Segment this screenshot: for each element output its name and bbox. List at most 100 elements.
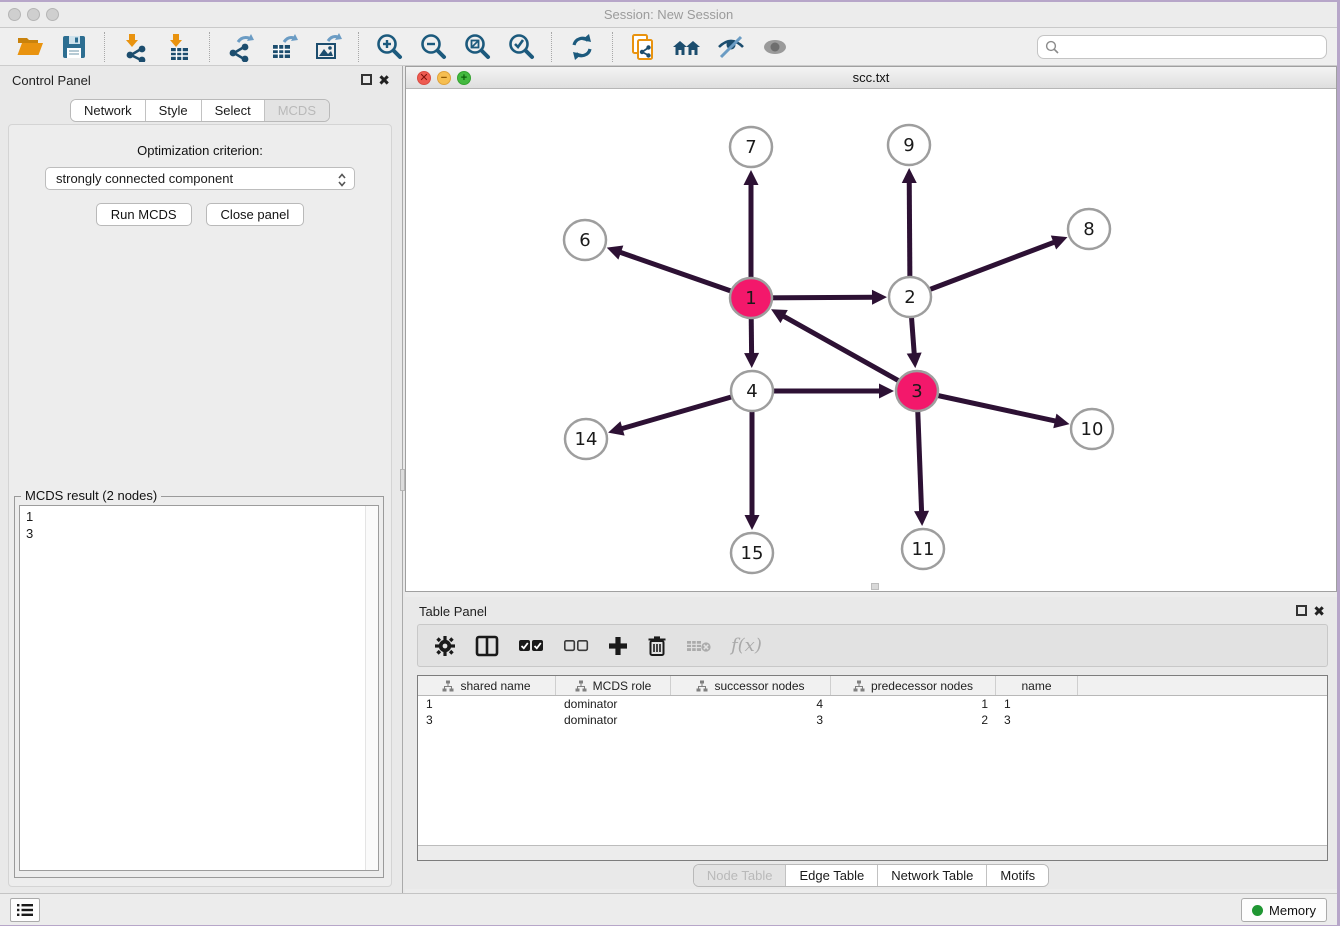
import-table-icon[interactable] [164,32,194,62]
graph-node-14[interactable]: 14 [565,419,607,459]
graph-edge-2-8[interactable] [910,242,1055,297]
graph-node-label: 14 [575,429,598,450]
import-network-icon[interactable] [120,32,150,62]
tab-motifs[interactable]: Motifs [986,865,1048,886]
task-history-button[interactable] [10,898,40,922]
zoom-fit-icon[interactable] [462,32,492,62]
tab-edge-table[interactable]: Edge Table [785,865,877,886]
export-table-icon[interactable] [269,32,299,62]
table-header-row: shared nameMCDS role successor nodes prede… [418,676,1327,696]
export-image-icon[interactable] [313,32,343,62]
tab-mcds[interactable]: MCDS [264,100,329,121]
graph-node-7[interactable]: 7 [730,127,772,167]
memory-button[interactable]: Memory [1241,898,1327,922]
table-row[interactable]: 3dominator323 [418,712,1327,728]
graph-node-label: 15 [741,543,764,564]
tab-network-table[interactable]: Network Table [877,865,986,886]
node-table: shared nameMCDS role successor nodes prede… [417,675,1328,861]
table-cell[interactable]: 1 [831,696,996,712]
table-cell[interactable]: 1 [418,696,556,712]
split-columns-icon[interactable] [475,635,499,657]
graph-node-3[interactable]: 3 [896,371,938,411]
zoom-in-icon[interactable] [374,32,404,62]
table-cell[interactable]: 2 [831,712,996,728]
graph-node-label: 2 [904,287,915,308]
tab-network[interactable]: Network [71,100,145,121]
criterion-dropdown[interactable]: strongly connected component [45,167,355,190]
result-line: 1 [26,508,372,525]
toolbar-separator [209,32,210,62]
canvas-resize-grip[interactable] [871,583,879,590]
export-network-icon[interactable] [225,32,255,62]
tab-node-table[interactable]: Node Table [694,865,786,886]
toolbar-separator [358,32,359,62]
plus-icon[interactable] [608,636,628,656]
graph-node-9[interactable]: 9 [888,125,930,165]
column-header-mcds-role[interactable]: MCDS role [556,676,671,695]
control-panel-tabs: NetworkStyleSelectMCDS [70,99,330,122]
table-cell[interactable]: dominator [556,712,671,728]
table-row[interactable]: 1dominator411 [418,696,1327,712]
network-window-titlebar[interactable]: ✕ − + scc.txt [406,67,1336,89]
table-cell[interactable]: 3 [996,712,1078,728]
column-header-name[interactable]: name [996,676,1078,695]
close-panel-icon[interactable]: ✖ [378,72,390,89]
hierarchy-icon [442,680,454,692]
network-canvas[interactable]: 7 9 6 8 1 2 4 3 14 10 15 11 [406,89,1336,591]
graph-node-1[interactable]: 1 [730,278,772,318]
graph-node-6[interactable]: 6 [564,220,606,260]
result-scrollbar[interactable] [365,506,378,870]
horizontal-scrollbar[interactable] [418,845,1327,860]
graph-node-label: 6 [579,230,590,251]
open-session-icon[interactable] [15,32,45,62]
trash-icon[interactable] [647,635,667,657]
tab-select[interactable]: Select [201,100,264,121]
memory-status-icon [1252,905,1263,916]
table-float-panel-icon[interactable] [1296,605,1307,616]
clone-network-icon[interactable] [628,32,658,62]
table-toolbar: f(x) [417,624,1328,667]
table-cell[interactable]: 3 [671,712,831,728]
graph-node-10[interactable]: 10 [1071,409,1113,449]
graph-edge-3-1[interactable] [782,316,917,391]
graph-node-8[interactable]: 8 [1068,209,1110,249]
float-panel-icon[interactable] [361,74,372,85]
hide-eye-icon[interactable] [716,32,746,62]
result-line: 3 [26,525,372,542]
zoom-selected-icon[interactable] [506,32,536,62]
graph-arrowhead [607,245,624,259]
table-cell[interactable]: 4 [671,696,831,712]
gear-icon[interactable] [434,635,456,657]
column-header-successor-nodes[interactable]: successor nodes [671,676,831,695]
control-panel: Control Panel ✖ NetworkStyleSelectMCDS O… [0,66,400,893]
column-header-predecessor-nodes[interactable]: predecessor nodes [831,676,996,695]
houses-icon[interactable] [672,32,702,62]
search-input[interactable] [1064,40,1326,55]
save-session-icon[interactable] [59,32,89,62]
graph-node-2[interactable]: 2 [889,277,931,317]
table-panel: Table Panel ✖ [405,597,1337,889]
table-cell[interactable]: dominator [556,696,671,712]
graph-node-4[interactable]: 4 [731,371,773,411]
search-field[interactable] [1037,35,1327,59]
window-title: Session: New Session [0,7,1337,22]
column-header-shared-name[interactable]: shared name [418,676,556,695]
column-header-label: name [1021,679,1051,693]
graph-node-11[interactable]: 11 [902,529,944,569]
graph-arrowhead [879,384,894,399]
table-cell[interactable]: 1 [996,696,1078,712]
zoom-out-icon[interactable] [418,32,448,62]
graph-node-15[interactable]: 15 [731,533,773,573]
column-header-label: successor nodes [714,679,804,693]
table-close-panel-icon[interactable]: ✖ [1313,603,1325,620]
refresh-layout-icon[interactable] [567,32,597,62]
table-cell[interactable]: 3 [418,712,556,728]
mcds-result-list[interactable]: 13 [19,505,379,871]
network-graph-svg: 7 9 6 8 1 2 4 3 14 10 15 11 [406,89,1336,592]
tab-style[interactable]: Style [145,100,201,121]
close-panel-button[interactable]: Close panel [206,203,305,226]
run-mcds-button[interactable]: Run MCDS [96,203,192,226]
unchecked-boxes-icon[interactable] [563,639,589,653]
checked-boxes-icon[interactable] [518,639,544,653]
show-eye-icon[interactable] [760,32,790,62]
